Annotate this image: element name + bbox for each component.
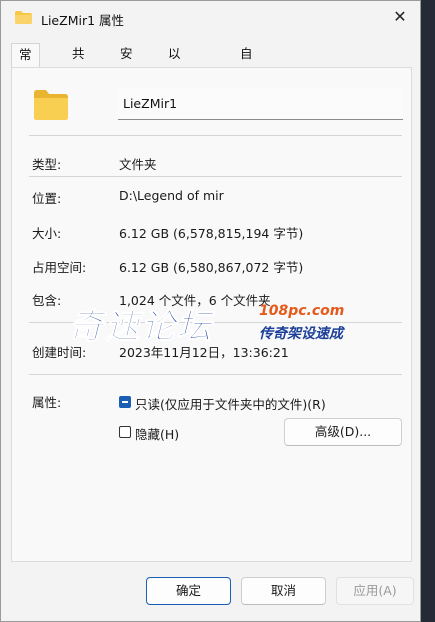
tab-general[interactable]: 常规 — [11, 43, 40, 84]
readonly-checkbox[interactable] — [119, 396, 131, 408]
hidden-checkbox[interactable] — [119, 426, 131, 438]
tab-previous-versions[interactable]: 以前的版本 — [161, 43, 188, 149]
size-label: 大小: — [32, 226, 62, 241]
location-label: 位置: — [32, 191, 62, 206]
contains-label: 包含: — [32, 293, 62, 308]
cancel-button[interactable]: 取消 — [241, 577, 326, 605]
folder-icon — [34, 90, 68, 120]
title-bar: LieZMir1 属性 ✕ — [1, 1, 420, 35]
hidden-checkbox-label[interactable]: 隐藏(H) — [135, 424, 179, 443]
desktop-background-right — [421, 0, 435, 622]
location-value: D:\Legend of mir — [119, 188, 224, 203]
properties-dialog: LieZMir1 属性 ✕ 常规 共享 安全 以前的版本 自定义 类型: 文件夹… — [0, 0, 421, 622]
advanced-button[interactable]: 高级(D)... — [284, 418, 402, 446]
folder-icon — [15, 11, 32, 24]
tab-customize[interactable]: 自定义 — [233, 43, 260, 105]
attributes-label: 属性: — [32, 395, 62, 410]
type-value: 文件夹 — [119, 157, 157, 172]
size-on-disk-value: 6.12 GB (6,580,867,072 字节) — [119, 260, 304, 275]
divider — [29, 322, 402, 323]
created-value: 2023年11月12日，13:36:21 — [119, 345, 289, 360]
contains-value: 1,024 个文件，6 个文件夹 — [119, 293, 271, 308]
type-label: 类型: — [32, 157, 62, 172]
close-icon: ✕ — [393, 7, 407, 26]
general-panel: 类型: 文件夹 位置: D:\Legend of mir 大小: 6.12 GB… — [11, 67, 412, 562]
readonly-checkbox-label[interactable]: 只读(仅应用于文件夹中的文件)(R) — [135, 394, 326, 413]
divider — [29, 135, 402, 136]
divider — [29, 176, 402, 177]
apply-button[interactable]: 应用(A) — [336, 577, 414, 605]
size-on-disk-label: 占用空间: — [32, 260, 87, 275]
tab-sharing[interactable]: 共享 — [65, 43, 92, 83]
folder-name-input[interactable] — [118, 88, 403, 120]
size-value: 6.12 GB (6,578,815,194 字节) — [119, 226, 304, 241]
divider — [29, 374, 402, 375]
window-title: LieZMir1 属性 — [41, 13, 125, 28]
tab-security[interactable]: 安全 — [113, 43, 140, 83]
close-button[interactable]: ✕ — [380, 1, 420, 35]
created-label: 创建时间: — [32, 345, 87, 360]
ok-button[interactable]: 确定 — [146, 577, 231, 605]
